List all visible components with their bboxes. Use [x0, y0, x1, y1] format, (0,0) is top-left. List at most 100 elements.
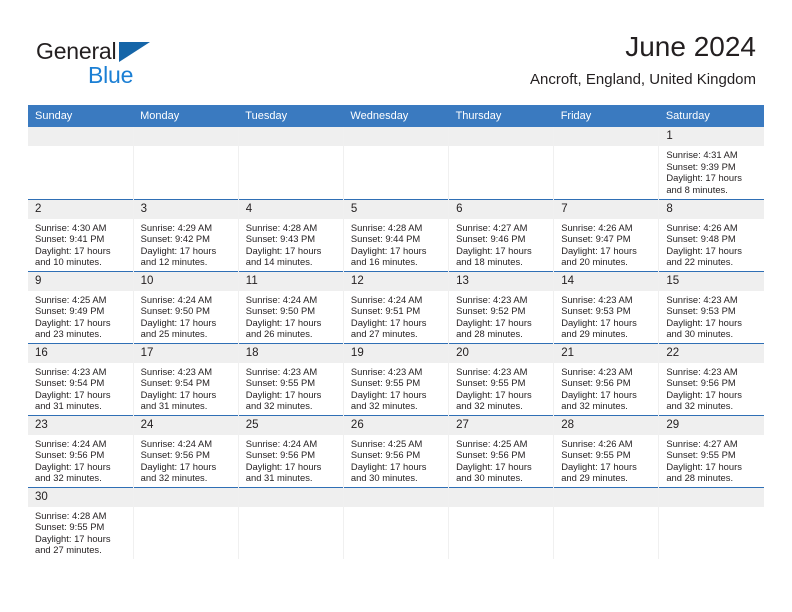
day-number: 18	[238, 343, 343, 363]
sunset-text: Sunset: 9:49 PM	[35, 305, 105, 317]
daylight-text: Daylight: 17 hours and 30 minutes.	[456, 460, 532, 484]
day-info: Sunrise: 4:29 AM Sunset: 9:42 PM Daylight:…	[134, 219, 238, 268]
calendar-day-cell[interactable]: 16 Sunrise: 4:23 AM Sunset: 9:54 PM Dayligh…	[28, 342, 134, 415]
daylight-text: Daylight: 17 hours and 18 minutes.	[456, 244, 532, 268]
calendar-day-cell-empty	[238, 127, 344, 199]
sunset-text: Sunset: 9:44 PM	[350, 233, 421, 245]
calendar-day-cell[interactable]: 7 Sunrise: 4:26 AM Sunset: 9:47 PM Daylight…	[553, 198, 660, 271]
sunset-text: Sunset: 9:56 PM	[456, 449, 526, 461]
calendar-day-cell[interactable]: 9 Sunrise: 4:25 AM Sunset: 9:49 PM Daylight…	[28, 270, 134, 343]
day-number	[133, 487, 238, 507]
sunset-text: Sunset: 9:56 PM	[245, 449, 316, 461]
calendar-day-cell[interactable]: 5 Sunrise: 4:28 AM Sunset: 9:44 PM Daylight…	[343, 198, 450, 271]
calendar-day-cell[interactable]: 21 Sunrise: 4:23 AM Sunset: 9:56 PM Dayligh…	[553, 342, 660, 415]
daylight-text: Daylight: 17 hours and 28 minutes.	[666, 460, 742, 484]
calendar-day-cell[interactable]: 19 Sunrise: 4:23 AM Sunset: 9:55 PM Dayligh…	[343, 342, 450, 415]
calendar-day-cell[interactable]: 22 Sunrise: 4:23 AM Sunset: 9:56 PM Dayligh…	[658, 342, 764, 415]
sunset-text: Sunset: 9:54 PM	[35, 377, 105, 389]
calendar-week-row: 16 Sunrise: 4:23 AM Sunset: 9:54 PM Dayligh…	[28, 342, 764, 415]
day-info: Sunrise: 4:26 AM Sunset: 9:48 PM Daylight:…	[659, 219, 764, 268]
weekday-header-thursday: Thursday	[448, 105, 554, 127]
calendar-day-cell[interactable]: 27 Sunrise: 4:25 AM Sunset: 9:56 PM Dayligh…	[448, 414, 555, 487]
sunrise-text: Sunrise: 4:25 AM	[350, 437, 423, 449]
sunset-text: Sunset: 9:47 PM	[561, 233, 631, 245]
calendar-day-cell[interactable]: 10 Sunrise: 4:24 AM Sunset: 9:50 PM Dayligh…	[133, 270, 239, 343]
day-number: 30	[28, 487, 133, 507]
sunset-text: Sunset: 9:39 PM	[666, 160, 736, 172]
day-number: 16	[28, 343, 133, 363]
day-number	[554, 127, 659, 146]
calendar-day-cell[interactable]: 13 Sunrise: 4:23 AM Sunset: 9:52 PM Dayligh…	[448, 270, 555, 343]
calendar-day-cell[interactable]: 26 Sunrise: 4:25 AM Sunset: 9:56 PM Dayligh…	[343, 414, 450, 487]
calendar-day-cell-empty	[553, 486, 660, 559]
day-info: Sunrise: 4:24 AM Sunset: 9:51 PM Daylight:…	[344, 291, 448, 340]
calendar-week-row: 1 Sunrise: 4:31 AM Sunset: 9:39 PM Daylight…	[28, 127, 764, 199]
sunrise-text: Sunrise: 4:23 AM	[245, 365, 318, 377]
calendar-day-cell[interactable]: 23 Sunrise: 4:24 AM Sunset: 9:56 PM Dayligh…	[28, 414, 134, 487]
calendar-week-row: 30 Sunrise: 4:28 AM Sunset: 9:55 PM Dayligh…	[28, 486, 764, 559]
calendar-day-cell[interactable]: 15 Sunrise: 4:23 AM Sunset: 9:53 PM Dayligh…	[658, 270, 764, 343]
calendar-day-cell[interactable]: 8 Sunrise: 4:26 AM Sunset: 9:48 PM Daylight…	[658, 198, 764, 271]
daylight-text: Daylight: 17 hours and 14 minutes.	[245, 244, 322, 268]
calendar-day-cell[interactable]: 2 Sunrise: 4:30 AM Sunset: 9:41 PM Daylight…	[28, 198, 134, 271]
calendar-day-cell[interactable]: 17 Sunrise: 4:23 AM Sunset: 9:54 PM Dayligh…	[133, 342, 239, 415]
daylight-text: Daylight: 17 hours and 27 minutes.	[35, 532, 111, 556]
calendar-day-cell-empty	[28, 127, 134, 199]
calendar-page: General Blue June 2024 Ancroft, England,…	[0, 0, 792, 612]
day-number: 12	[343, 271, 449, 291]
sunset-text: Sunset: 9:55 PM	[350, 377, 421, 389]
day-info: Sunrise: 4:28 AM Sunset: 9:44 PM Daylight:…	[344, 219, 448, 268]
sunset-text: Sunset: 9:43 PM	[245, 233, 316, 245]
day-number: 9	[28, 271, 133, 291]
calendar-day-cell[interactable]: 25 Sunrise: 4:24 AM Sunset: 9:56 PM Dayligh…	[238, 414, 344, 487]
sunrise-text: Sunrise: 4:24 AM	[35, 437, 107, 449]
calendar-day-cell[interactable]: 28 Sunrise: 4:26 AM Sunset: 9:55 PM Dayligh…	[553, 414, 660, 487]
day-info: Sunrise: 4:23 AM Sunset: 9:53 PM Daylight:…	[554, 291, 658, 340]
calendar-week-row: 2 Sunrise: 4:30 AM Sunset: 9:41 PM Daylight…	[28, 198, 764, 271]
calendar-day-cell-empty	[553, 127, 660, 199]
daylight-text: Daylight: 17 hours and 29 minutes.	[561, 316, 637, 340]
sunset-text: Sunset: 9:42 PM	[140, 233, 210, 245]
sunrise-text: Sunrise: 4:29 AM	[140, 221, 213, 233]
daylight-text: Daylight: 17 hours and 31 minutes.	[245, 460, 322, 484]
calendar-body: 1 Sunrise: 4:31 AM Sunset: 9:39 PM Daylight…	[28, 127, 764, 559]
calendar-day-cell[interactable]: 4 Sunrise: 4:28 AM Sunset: 9:43 PM Daylight…	[238, 198, 344, 271]
day-number	[449, 487, 554, 507]
sunrise-text: Sunrise: 4:26 AM	[561, 221, 633, 233]
calendar-day-cell[interactable]: 20 Sunrise: 4:23 AM Sunset: 9:55 PM Dayligh…	[448, 342, 555, 415]
sunset-text: Sunset: 9:48 PM	[666, 233, 736, 245]
day-number	[449, 127, 554, 146]
calendar-day-cell[interactable]: 30 Sunrise: 4:28 AM Sunset: 9:55 PM Dayligh…	[28, 486, 134, 559]
daylight-text: Daylight: 17 hours and 16 minutes.	[350, 244, 427, 268]
sunset-text: Sunset: 9:56 PM	[35, 449, 105, 461]
calendar-day-cell[interactable]: 14 Sunrise: 4:23 AM Sunset: 9:53 PM Dayligh…	[553, 270, 660, 343]
day-number	[238, 127, 343, 146]
day-number: 27	[449, 415, 554, 435]
calendar-day-cell[interactable]: 18 Sunrise: 4:23 AM Sunset: 9:55 PM Dayligh…	[238, 342, 344, 415]
calendar-day-cell[interactable]: 24 Sunrise: 4:24 AM Sunset: 9:56 PM Dayligh…	[133, 414, 239, 487]
day-number: 29	[659, 415, 764, 435]
day-number: 21	[554, 343, 659, 363]
day-number: 6	[449, 199, 554, 219]
calendar-day-cell[interactable]: 3 Sunrise: 4:29 AM Sunset: 9:42 PM Daylight…	[133, 198, 239, 271]
calendar-day-cell[interactable]: 29 Sunrise: 4:27 AM Sunset: 9:55 PM Dayligh…	[658, 414, 764, 487]
day-number: 20	[449, 343, 554, 363]
day-info: Sunrise: 4:24 AM Sunset: 9:50 PM Daylight:…	[134, 291, 238, 340]
sunset-text: Sunset: 9:55 PM	[561, 449, 631, 461]
calendar-day-cell[interactable]: 6 Sunrise: 4:27 AM Sunset: 9:46 PM Daylight…	[448, 198, 555, 271]
sunrise-text: Sunrise: 4:24 AM	[350, 293, 423, 305]
calendar-day-cell[interactable]: 1 Sunrise: 4:31 AM Sunset: 9:39 PM Daylight…	[659, 127, 764, 199]
sunset-text: Sunset: 9:56 PM	[561, 377, 631, 389]
sunrise-text: Sunrise: 4:28 AM	[35, 509, 107, 521]
day-number	[238, 487, 343, 507]
day-number: 11	[238, 271, 343, 291]
calendar-day-cell[interactable]: 11 Sunrise: 4:24 AM Sunset: 9:50 PM Dayligh…	[238, 270, 344, 343]
day-info: Sunrise: 4:28 AM Sunset: 9:55 PM Daylight:…	[28, 507, 133, 556]
day-number: 1	[659, 127, 764, 146]
day-info: Sunrise: 4:31 AM Sunset: 9:39 PM Daylight:…	[659, 146, 764, 195]
day-info: Sunrise: 4:23 AM Sunset: 9:56 PM Daylight:…	[659, 363, 764, 412]
day-info: Sunrise: 4:24 AM Sunset: 9:56 PM Daylight:…	[239, 435, 343, 484]
calendar-day-cell[interactable]: 12 Sunrise: 4:24 AM Sunset: 9:51 PM Dayligh…	[343, 270, 450, 343]
day-info: Sunrise: 4:23 AM Sunset: 9:55 PM Daylight:…	[239, 363, 343, 412]
daylight-text: Daylight: 17 hours and 32 minutes.	[561, 388, 637, 412]
